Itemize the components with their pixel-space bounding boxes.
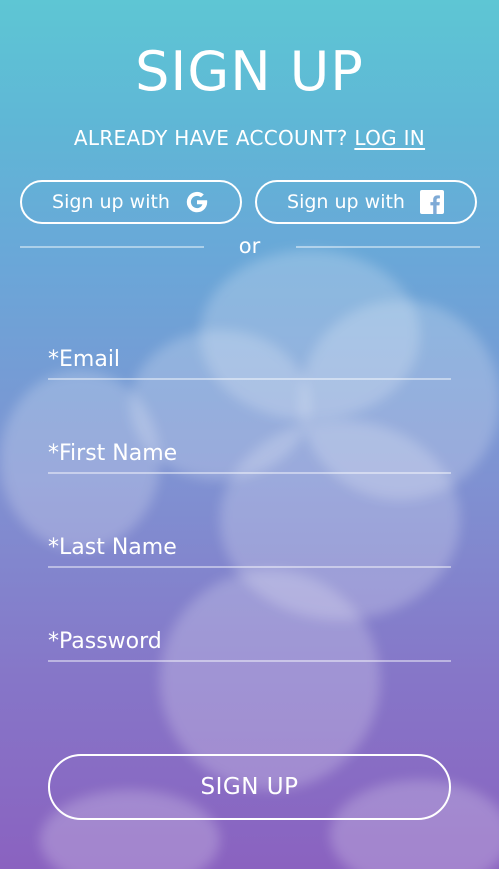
facebook-signup-label: Sign up with [287, 191, 405, 213]
login-prompt: ALREADY HAVE ACCOUNT? LOG IN [0, 126, 499, 150]
page-title: SIGN UP [135, 40, 364, 103]
first-name-input[interactable] [48, 434, 451, 472]
already-have-account-text: ALREADY HAVE ACCOUNT? [73, 126, 348, 150]
google-icon [184, 189, 210, 215]
signup-submit-button[interactable]: SIGN UP [48, 754, 451, 820]
password-field [48, 622, 451, 662]
google-signup-button[interactable]: Sign up with [20, 180, 242, 224]
email-field [48, 340, 451, 380]
last-name-input[interactable] [48, 528, 451, 566]
google-signup-label: Sign up with [52, 191, 170, 213]
facebook-signup-button[interactable]: Sign up with [255, 180, 477, 224]
login-link[interactable]: LOG IN [354, 126, 425, 150]
facebook-icon [419, 189, 445, 215]
password-input[interactable] [48, 622, 451, 660]
last-name-field [48, 528, 451, 568]
first-name-field [48, 434, 451, 474]
email-input[interactable] [48, 340, 451, 378]
divider-line-right [296, 246, 480, 248]
